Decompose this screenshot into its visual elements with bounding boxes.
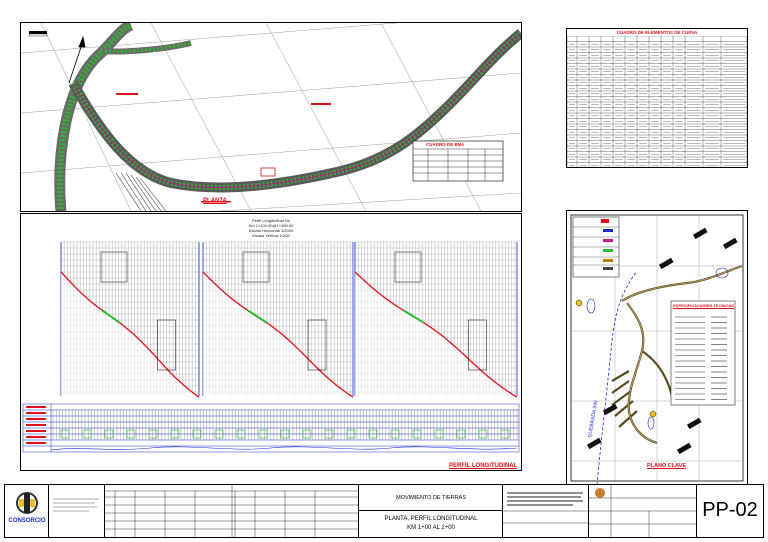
profile-section-1 — [60, 241, 200, 398]
sheet-title-line-2: KM 1+00 AL 2+00 — [407, 525, 455, 531]
scale-bar-icon — [28, 31, 48, 37]
project-cell — [503, 485, 589, 537]
plan-title: PLANTA — [203, 198, 227, 204]
sheet-title-line-1: PLANTA, PERFIL LONGITUDINAL — [384, 516, 478, 522]
subject-text: MOVIMIENTO DE TIERRAS — [396, 495, 466, 501]
plan-view-panel: CUADRO DE BMs PLANTA — [20, 22, 522, 212]
profile-section-3 — [354, 241, 518, 398]
revision-grid — [105, 485, 359, 537]
key-map-legend — [572, 216, 620, 278]
lagoon-outline — [647, 416, 655, 430]
approvals-cell — [589, 485, 697, 537]
road-alignment — [54, 23, 521, 211]
profile-title: PERFIL LONGITUDINAL — [449, 463, 518, 469]
subject-cell: MOVIMIENTO DE TIERRAS — [359, 485, 503, 511]
title-block: CONSORCIO MOVIMIENTO DE TIERRAS PLANTA, … — [4, 484, 764, 538]
specs-title: ESPECIFICACIONES TECNICAS — [673, 303, 734, 308]
technical-specs-box — [670, 300, 736, 406]
bm-table-title: CUADRO DE BMs — [426, 142, 465, 147]
sheet-title-cell: PLANTA, PERFIL LONGITUDINAL KM 1+00 AL 2… — [359, 511, 503, 537]
key-map-title: PLANO CLAVE — [647, 463, 687, 469]
longitudinal-profile-panel: Perfil Longitudinal Nu Km 1+100.00@1+480… — [20, 213, 522, 471]
reference-point-icon — [649, 410, 657, 418]
curve-table-grid — [567, 36, 747, 167]
sheet-code: PP-02 — [702, 499, 758, 521]
logo-cell: CONSORCIO — [5, 485, 49, 537]
curve-table-title: CUADRO DE ELEMENTOS DE CURVA — [616, 30, 698, 35]
curve-table-cell-text — [569, 44, 745, 166]
profile-section-2 — [202, 241, 354, 398]
company-logo-icon — [16, 492, 38, 514]
revision-table — [105, 485, 359, 537]
curve-elements-grid — [567, 36, 747, 167]
bm-table — [412, 140, 504, 182]
reference-point-icon — [575, 299, 583, 307]
lagoon-outline — [586, 298, 596, 314]
company-info-cell — [49, 485, 105, 537]
curve-elements-table-panel: CUADRO DE ELEMENTOS DE CURVA — [566, 28, 748, 168]
key-map-drawing — [570, 214, 744, 485]
logo-text: CONSORCIO — [8, 518, 46, 524]
key-map-panel: ESPECIFICACIONES TECNICAS QUEBRADA S/N P… — [566, 210, 748, 486]
profile-drawing — [22, 241, 520, 453]
profile-data-bands — [22, 403, 520, 453]
sheet-code-cell: PP-02 — [697, 485, 763, 537]
plan-view-drawing — [21, 23, 521, 211]
